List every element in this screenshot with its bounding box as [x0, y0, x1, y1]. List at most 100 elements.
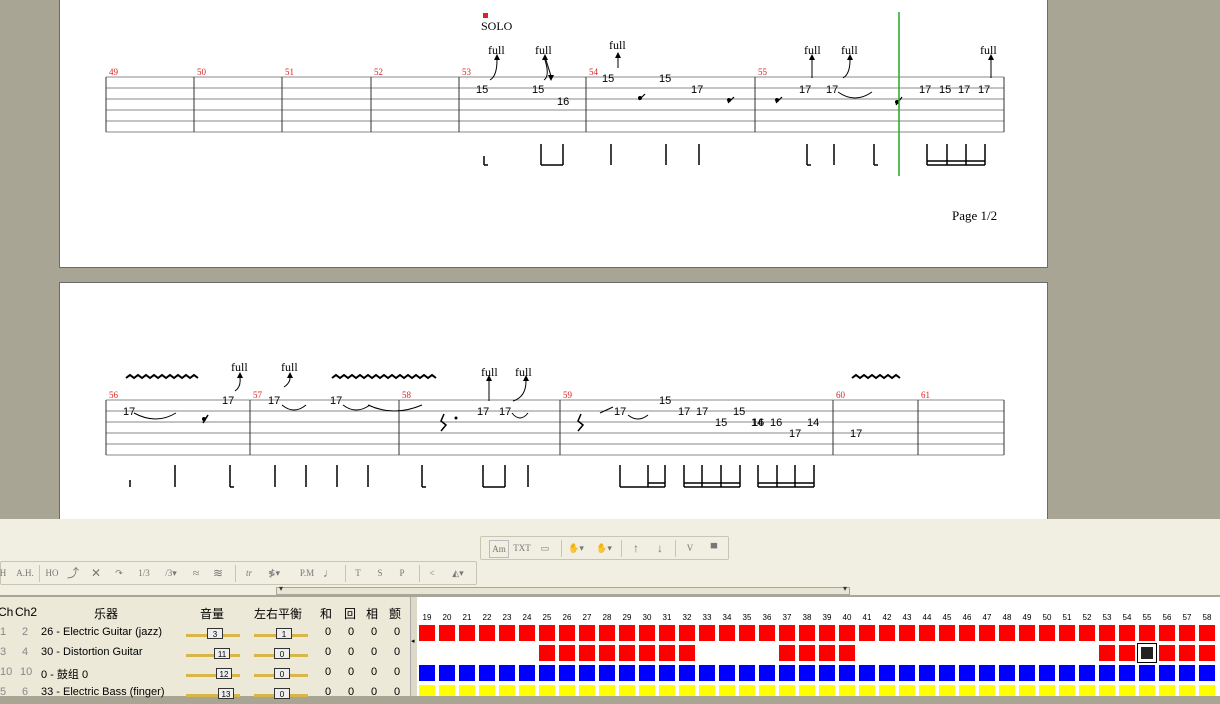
- hammer-on-button[interactable]: HO: [43, 565, 61, 581]
- phaser-value[interactable]: 0: [371, 686, 377, 698]
- heavy-accent-icon[interactable]: ▀: [707, 540, 721, 556]
- measure-cell[interactable]: [1138, 684, 1156, 696]
- track-row[interactable]: 5 6 33 - Electric Bass (finger) 13 0 0 0…: [0, 684, 410, 704]
- measure-cell[interactable]: [938, 684, 956, 696]
- measure-cell[interactable]: [918, 624, 936, 642]
- measure-cell[interactable]: [758, 664, 776, 682]
- tuplet-dropdown-icon[interactable]: /3▾: [161, 565, 181, 581]
- track-row[interactable]: 3 4 30 - Distortion Guitar 11 0 0 0 0 0: [0, 644, 410, 664]
- measure-cell[interactable]: [438, 624, 456, 642]
- pan-value[interactable]: 0: [274, 648, 290, 659]
- tap-button[interactable]: T: [351, 565, 365, 581]
- measure-cell[interactable]: [938, 664, 956, 682]
- measure-cell[interactable]: [838, 684, 856, 696]
- measure-cell[interactable]: [1198, 624, 1216, 642]
- measure-cell[interactable]: [1118, 644, 1136, 662]
- measure-cell[interactable]: [498, 664, 516, 682]
- measure-cell[interactable]: [458, 664, 476, 682]
- measure-cell[interactable]: [1138, 624, 1156, 642]
- measure-cell[interactable]: [958, 644, 976, 662]
- measure-cell[interactable]: [1018, 644, 1036, 662]
- measure-cell[interactable]: [958, 664, 976, 682]
- measure-cell[interactable]: [538, 644, 556, 662]
- measure-cell[interactable]: [558, 684, 576, 696]
- measure-cell[interactable]: [478, 684, 496, 696]
- measure-cell[interactable]: [958, 684, 976, 696]
- measure-cell[interactable]: [618, 644, 636, 662]
- measure-cell[interactable]: [598, 684, 616, 696]
- measure-cell[interactable]: [1098, 644, 1116, 662]
- slide-icon[interactable]: ↷: [109, 565, 129, 581]
- measure-cell[interactable]: [1038, 644, 1056, 662]
- measure-cell[interactable]: [898, 644, 916, 662]
- measure-cell[interactable]: [738, 624, 756, 642]
- staccato-icon[interactable]: ♩: [321, 565, 337, 581]
- measure-cell[interactable]: [478, 624, 496, 642]
- measure-cell[interactable]: [658, 664, 676, 682]
- measure-cell[interactable]: [818, 644, 836, 662]
- measure-cell[interactable]: [698, 644, 716, 662]
- measure-cell[interactable]: [438, 644, 456, 662]
- measure-cell[interactable]: [738, 644, 756, 662]
- measure-cell[interactable]: [878, 664, 896, 682]
- measure-cell[interactable]: [538, 684, 556, 696]
- measure-cell[interactable]: [1178, 684, 1196, 696]
- measure-cell[interactable]: [1058, 644, 1076, 662]
- measure-cell[interactable]: [658, 624, 676, 642]
- tremolo-picking-icon[interactable]: ≸▾: [263, 565, 285, 581]
- measure-cell[interactable]: [638, 664, 656, 682]
- measure-cell[interactable]: [518, 644, 536, 662]
- tuplet-button[interactable]: 1/3: [133, 565, 155, 581]
- measure-cell[interactable]: [498, 624, 516, 642]
- measure-cell[interactable]: [598, 664, 616, 682]
- measure-cell[interactable]: [618, 664, 636, 682]
- measure-cell[interactable]: [438, 684, 456, 696]
- measure-cell[interactable]: [678, 664, 696, 682]
- chord-icon[interactable]: Am: [489, 540, 509, 558]
- volume-value[interactable]: 13: [218, 688, 234, 699]
- measure-cell[interactable]: [678, 684, 696, 696]
- measure-cell[interactable]: [938, 644, 956, 662]
- measure-cell[interactable]: [558, 664, 576, 682]
- measure-cell[interactable]: [418, 624, 436, 642]
- measure-cell[interactable]: [978, 644, 996, 662]
- measure-cell[interactable]: [498, 644, 516, 662]
- measure-cell[interactable]: [478, 664, 496, 682]
- measure-cell[interactable]: [498, 684, 516, 696]
- measure-cell[interactable]: [858, 624, 876, 642]
- phaser-value[interactable]: 0: [371, 626, 377, 638]
- measure-cell[interactable]: [738, 684, 756, 696]
- tremolo-value[interactable]: 0: [394, 626, 400, 638]
- measure-cell[interactable]: [1158, 664, 1176, 682]
- stroke-down-icon[interactable]: ✋▾: [565, 540, 587, 556]
- measure-cell[interactable]: [978, 664, 996, 682]
- measure-cell[interactable]: [598, 624, 616, 642]
- measure-cell[interactable]: [538, 624, 556, 642]
- measure-cell[interactable]: [1078, 684, 1096, 696]
- measure-cell[interactable]: [898, 624, 916, 642]
- measure-cell[interactable]: [1158, 624, 1176, 642]
- arrow-down-icon[interactable]: ↓: [653, 540, 667, 556]
- measure-cell[interactable]: [798, 684, 816, 696]
- measure-cell[interactable]: [1178, 664, 1196, 682]
- chorus-value[interactable]: 0: [325, 646, 331, 658]
- measure-cell[interactable]: [758, 624, 776, 642]
- measure-cell[interactable]: [1038, 664, 1056, 682]
- measure-cell[interactable]: [718, 684, 736, 696]
- track-row[interactable]: 1 2 26 - Electric Guitar (jazz) 3 1 0 0 …: [0, 624, 410, 644]
- measure-cell[interactable]: [918, 684, 936, 696]
- measure-cell[interactable]: [518, 664, 536, 682]
- measure-cell[interactable]: [1098, 664, 1116, 682]
- measure-cell[interactable]: [718, 644, 736, 662]
- measure-cell[interactable]: [1138, 664, 1156, 682]
- reverb-value[interactable]: 0: [348, 666, 354, 678]
- measure-cell[interactable]: [878, 644, 896, 662]
- measure-cell[interactable]: [678, 644, 696, 662]
- volume-slider[interactable]: [186, 654, 240, 657]
- measure-cell[interactable]: [1158, 644, 1176, 662]
- measure-cell[interactable]: [998, 664, 1016, 682]
- chorus-value[interactable]: 0: [325, 686, 331, 698]
- text-button[interactable]: TXT: [511, 540, 533, 556]
- measure-cell[interactable]: [658, 644, 676, 662]
- measure-cell[interactable]: [698, 624, 716, 642]
